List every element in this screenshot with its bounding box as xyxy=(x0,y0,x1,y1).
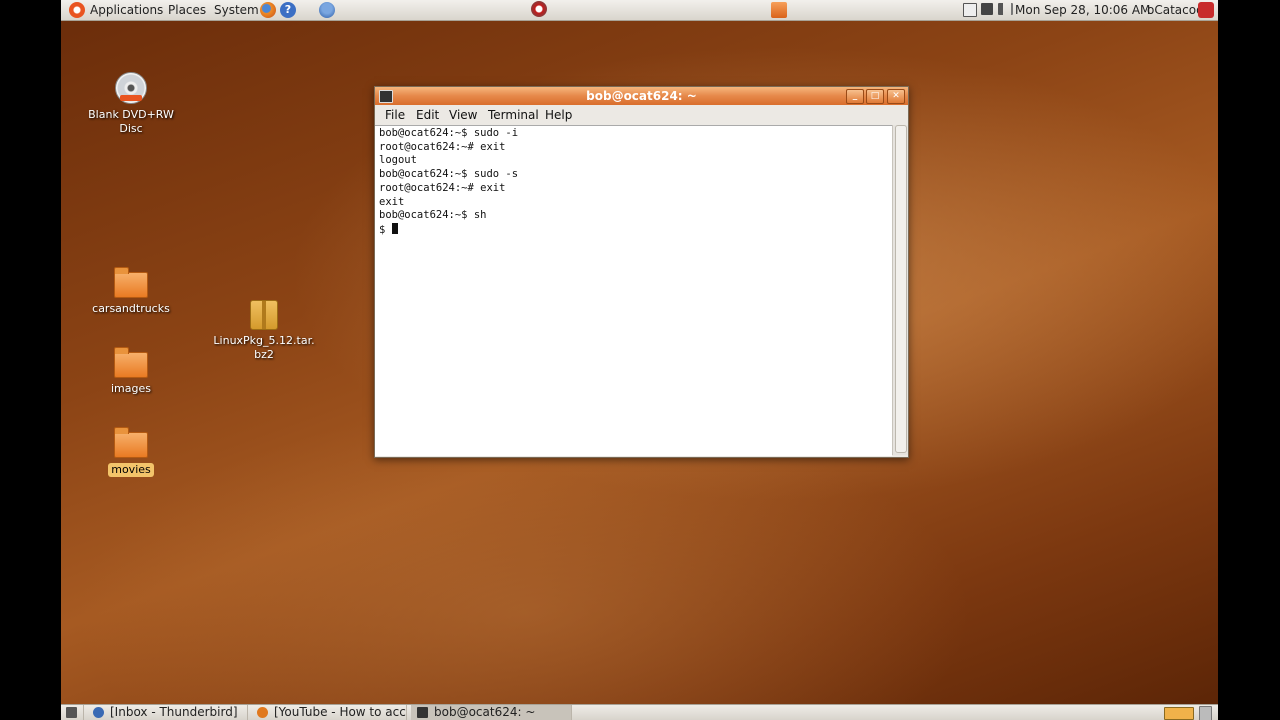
maximize-button[interactable]: □ xyxy=(866,89,884,104)
terminal-prompt-line: $ xyxy=(379,222,518,238)
panel-applet-icon[interactable] xyxy=(771,2,787,18)
firefox-icon xyxy=(257,707,268,718)
desktop-icon-label: movies xyxy=(108,463,154,477)
desktop-icon-label: images xyxy=(111,382,151,395)
notification-icon[interactable] xyxy=(963,3,977,17)
terminal-prompt: $ xyxy=(379,223,392,236)
terminal-window: bob@ocat624: ~ _ □ ✕ File Edit View Term… xyxy=(374,86,909,458)
minimize-button[interactable]: _ xyxy=(846,89,864,104)
task-label: bob@ocat624: ~ xyxy=(434,705,536,719)
thunderbird-icon[interactable] xyxy=(319,2,335,18)
menu-view[interactable]: View xyxy=(449,108,477,122)
terminal-menubar: File Edit View Terminal Help xyxy=(375,106,908,125)
text-cursor xyxy=(391,222,398,234)
terminal-line: bob@ocat624:~$ sh xyxy=(379,209,487,222)
terminal-line: bob@ocat624:~$ sudo -s xyxy=(379,168,519,181)
screenlet-icon[interactable] xyxy=(531,1,547,17)
menu-file[interactable]: File xyxy=(385,108,405,122)
desktop-icon-dvd[interactable]: Blank DVD+RW Disc xyxy=(76,72,186,136)
terminal-icon xyxy=(417,707,428,718)
shutdown-icon[interactable] xyxy=(1198,2,1214,18)
desktop-icon-label-line2: bz2 xyxy=(254,348,274,361)
terminal-icon xyxy=(379,90,393,103)
desktop-icon-label: Blank DVD+RW Disc xyxy=(88,108,174,135)
scrollbar-thumb[interactable] xyxy=(895,125,907,453)
trash-icon[interactable] xyxy=(1199,706,1212,720)
workspace-switcher-icon[interactable] xyxy=(1164,707,1194,720)
desktop-icon-movies[interactable]: movies xyxy=(76,427,186,477)
menu-help[interactable]: Help xyxy=(545,108,572,122)
places-menu[interactable]: Places xyxy=(168,2,206,18)
folder-icon xyxy=(114,427,148,458)
desktop-icon xyxy=(66,707,77,718)
task-label: [YouTube - How to acc... xyxy=(274,705,407,719)
desktop-icon-carsandtrucks[interactable]: carsandtrucks xyxy=(76,267,186,316)
task-label: [Inbox - Thunderbird] xyxy=(110,705,238,719)
archive-icon xyxy=(250,300,278,330)
bottom-panel: [Inbox - Thunderbird] [YouTube - How to … xyxy=(61,704,1218,720)
desktop-icon-linuxpkg[interactable]: LinuxPkg_5.12.tar. bz2 xyxy=(209,300,319,362)
window-title: bob@ocat624: ~ xyxy=(586,89,697,103)
close-button[interactable]: ✕ xyxy=(887,89,905,104)
desktop-icon-label: LinuxPkg_5.12.tar. bz2 xyxy=(209,334,319,362)
terminal-line: root@ocat624:~# exit xyxy=(379,181,506,194)
task-thunderbird[interactable]: [Inbox - Thunderbird] xyxy=(87,705,248,720)
desktop-icon-label: carsandtrucks xyxy=(92,302,170,315)
task-firefox[interactable]: [YouTube - How to acc... xyxy=(251,705,407,720)
terminal-line: bob@ocat624:~$ sudo -i xyxy=(379,127,519,139)
network-icon[interactable] xyxy=(981,3,993,15)
help-icon[interactable]: ? xyxy=(280,2,296,18)
clock[interactable]: Mon Sep 28, 10:06 AM xyxy=(1015,2,1150,18)
folder-icon xyxy=(114,267,148,298)
dvd-disc-icon xyxy=(115,72,147,104)
folder-icon xyxy=(114,347,148,378)
menu-edit[interactable]: Edit xyxy=(416,108,439,122)
show-desktop-button[interactable] xyxy=(61,705,84,720)
menu-terminal[interactable]: Terminal xyxy=(488,108,539,122)
terminal-line: exit xyxy=(379,195,405,208)
user-switcher[interactable]: oCatacoo xyxy=(1147,2,1203,18)
terminal-output[interactable]: bob@ocat624:~$ sudo -i root@ocat624:~# e… xyxy=(375,125,892,456)
system-menu[interactable]: System xyxy=(214,2,259,18)
terminal-text: bob@ocat624:~$ sudo -i root@ocat624:~# e… xyxy=(379,127,518,238)
top-panel: Applications Places System ? Mon Sep 28,… xyxy=(61,0,1218,21)
terminal-line: root@ocat624:~# exit xyxy=(379,140,506,153)
ubuntu-logo-icon[interactable] xyxy=(69,2,85,18)
desktop-icon-images[interactable]: images xyxy=(76,347,186,396)
desktop-icon-label-line1: LinuxPkg_5.12.tar. xyxy=(213,334,315,347)
desktop-screen: Applications Places System ? Mon Sep 28,… xyxy=(61,0,1218,720)
thunderbird-icon xyxy=(93,707,104,718)
terminal-line: logout xyxy=(379,154,417,167)
applications-menu[interactable]: Applications xyxy=(90,2,163,18)
volume-icon[interactable] xyxy=(998,3,1013,15)
task-terminal[interactable]: bob@ocat624: ~ xyxy=(411,705,572,720)
scrollbar[interactable] xyxy=(892,125,908,455)
firefox-icon[interactable] xyxy=(260,2,276,18)
window-titlebar[interactable]: bob@ocat624: ~ _ □ ✕ xyxy=(375,87,908,105)
